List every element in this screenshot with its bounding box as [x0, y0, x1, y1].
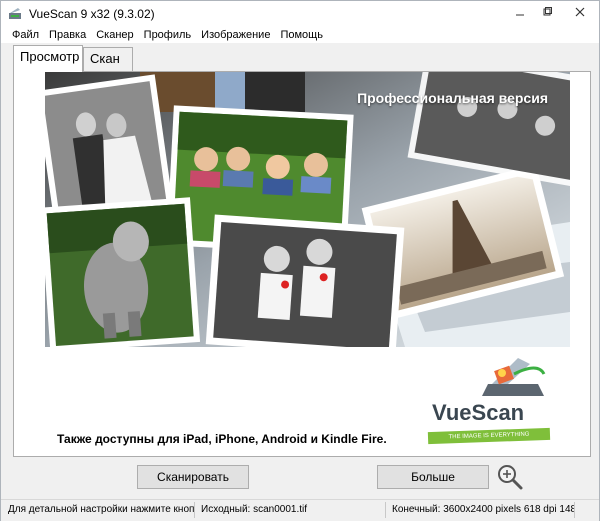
vuescan-logo: VueScan THE IMAGE IS EVERYTHING: [427, 354, 553, 454]
main-window: VueScan 9 x32 (9.3.02) Файл Правка Скане…: [0, 0, 600, 521]
minimize-button[interactable]: [506, 1, 533, 22]
status-source: Исходный: scan0001.tif: [198, 502, 386, 518]
maximize-button[interactable]: [533, 1, 560, 22]
menu-image[interactable]: Изображение: [196, 27, 275, 43]
status-hint: Для детальной настройки нажмите кноп...: [5, 502, 195, 518]
status-bar: Для детальной настройки нажмите кноп... …: [1, 499, 599, 521]
promo-banner-image: Профессиональная версия: [45, 72, 570, 347]
scan-button[interactable]: Сканировать: [137, 465, 249, 489]
zoom-button[interactable]: [496, 463, 524, 491]
zoom-in-icon: [498, 465, 523, 490]
tab-scan[interactable]: Скан: [83, 47, 133, 71]
photo-collage: [45, 72, 570, 347]
menu-file[interactable]: Файл: [7, 27, 44, 43]
menu-bar: Файл Правка Сканер Профиль Изображение П…: [1, 27, 599, 43]
window-title: VueScan 9 x32 (9.3.02): [29, 7, 155, 21]
logo-tagline: THE IMAGE IS EVERYTHING: [427, 427, 551, 445]
title-bar: VueScan 9 x32 (9.3.02): [1, 1, 599, 27]
banner-headline: Профессиональная версия: [357, 90, 548, 106]
menu-scanner[interactable]: Сканер: [91, 27, 138, 43]
platforms-promo-text: Также доступны для iPad, iPhone, Android…: [57, 432, 387, 446]
scanner-logo-icon: [482, 358, 546, 396]
logo-wordmark: VueScan: [432, 400, 525, 425]
menu-edit[interactable]: Правка: [44, 27, 91, 43]
more-button[interactable]: Больше: [377, 465, 489, 489]
maximize-icon: [543, 6, 552, 15]
preview-panel: Профессиональная версия Также доступны д…: [13, 71, 591, 457]
close-icon: [575, 7, 585, 16]
status-output: Конечный: 3600x2400 pixels 618 dpi 148x9…: [389, 502, 575, 518]
minimize-icon: [515, 14, 524, 15]
app-scanner-icon: [9, 8, 21, 19]
menu-profile[interactable]: Профиль: [139, 27, 197, 43]
close-button[interactable]: [560, 1, 600, 22]
menu-help[interactable]: Помощь: [275, 27, 328, 43]
tab-preview[interactable]: Просмотр: [13, 45, 83, 72]
